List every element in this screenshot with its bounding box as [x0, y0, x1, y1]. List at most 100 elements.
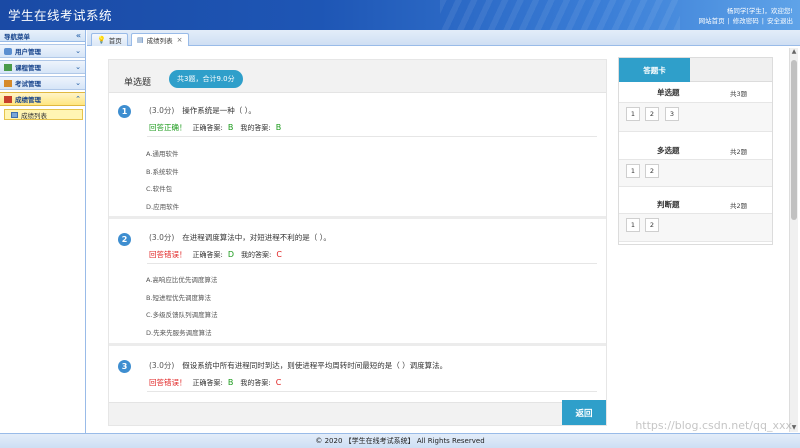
link-separator: | [727, 17, 730, 25]
question-nav-button[interactable]: 1 [626, 107, 640, 121]
close-icon[interactable]: × [177, 36, 183, 44]
logout-link[interactable]: 安全退出 [767, 17, 793, 25]
questions-panel: 单选题 共3题，合计9.0分 1 (3.0分) 操作系统是一种（ ）。 回答正确！… [108, 59, 607, 426]
question-stem: (3.0分) 操作系统是一种（ ）。 [149, 105, 256, 116]
divider [147, 391, 597, 392]
result-correct: 回答正确！ [149, 123, 187, 132]
sidebar-title: 导航菜单 [4, 32, 30, 41]
vertical-scrollbar[interactable]: ▲ ▼ [789, 48, 798, 432]
my-answer-value: B [275, 123, 282, 132]
watermark-text: https://blog.csdn.net/qq_xxx [635, 419, 792, 432]
answer-line: 回答错误！ 正确答案: B 我的答案: C [149, 377, 288, 388]
app-header: 学生在线考试系统 杨同学[学生]，欢迎您! 网站首页 | 修改密码 | 安全退出 [0, 0, 800, 30]
home-link[interactable]: 网站首页 [699, 17, 725, 25]
my-answer-label: 我的答案: [240, 124, 271, 132]
correct-answer-label: 正确答案: [192, 379, 223, 387]
question-item: 2 (3.0分) 在进程调度算法中，对短进程不利的是（ ）。 回答错误！ 正确答案:… [109, 222, 606, 346]
tab-label: 首页 [108, 37, 122, 45]
card-group-header: 单选题 共3题 [619, 83, 772, 99]
sidebar-item-grades[interactable]: 成绩管理 ⌃ [0, 92, 85, 106]
option-d: D.应用软件 [146, 203, 180, 211]
card-group-count: 共3题 [730, 90, 748, 98]
question-score: (3.0分) [149, 233, 175, 242]
sidebar: 导航菜单 « 用户管理 ⌄ 课程管理 ⌄ 考试管理 ⌄ 成绩管理 ⌃ 成绩列表 [0, 30, 86, 433]
section-title: 单选题 [124, 78, 152, 88]
table-icon [4, 79, 12, 87]
chevron-down-icon: ⌄ [75, 79, 81, 87]
question-stem: (3.0分) 在进程调度算法中，对短进程不利的是（ ）。 [149, 232, 331, 243]
card-group-title: 单选题 [657, 88, 680, 97]
card-group-title: 多选题 [657, 146, 680, 155]
option-a: A.通用软件 [146, 150, 179, 158]
double-chevron-left-icon[interactable]: « [76, 31, 81, 40]
question-item: 1 (3.0分) 操作系统是一种（ ）。 回答正确！ 正确答案: B 我的答案: B A.… [109, 94, 606, 219]
list-icon: ▤ [137, 36, 144, 44]
question-item: 3 (3.0分) 假设系统中所有进程同时到达，则使进程平均周转时间最短的是（ ）调… [109, 350, 606, 410]
question-score: (3.0分) [149, 361, 175, 370]
card-group-title: 判断题 [657, 200, 680, 209]
answer-card: 答题卡 单选题 共3题 1 2 3 多选题 共2题 1 2 判断题 共2题 1 … [618, 57, 773, 245]
user-links: 网站首页 | 修改密码 | 安全退出 [699, 15, 793, 25]
card-group-count: 共2题 [730, 202, 748, 210]
stats-icon [4, 95, 12, 103]
sidebar-item-label: 用户管理 [15, 48, 41, 56]
correct-answer-label: 正确答案: [192, 251, 223, 259]
sidebar-item-label: 考试管理 [15, 80, 41, 88]
card-group-body: 1 2 3 [619, 102, 772, 132]
question-nav-button[interactable]: 2 [645, 218, 659, 232]
question-nav-button[interactable]: 2 [645, 107, 659, 121]
card-group-count: 共2题 [730, 148, 748, 156]
question-score: (3.0分) [149, 106, 175, 115]
tab-answer-card[interactable]: 答题卡 [619, 58, 690, 82]
question-nav-button[interactable]: 1 [626, 218, 640, 232]
result-wrong: 回答错误！ [149, 378, 187, 387]
option-b: B.短进程优先调度算法 [146, 294, 212, 302]
questions-footer [109, 402, 606, 425]
grid-icon [4, 63, 12, 71]
answer-card-tabs: 答题卡 [619, 58, 772, 82]
question-number: 1 [118, 105, 131, 118]
correct-answer-label: 正确答案: [192, 124, 223, 132]
chevron-down-icon: ⌄ [75, 47, 81, 55]
question-nav-button[interactable]: 1 [626, 164, 640, 178]
users-icon [4, 47, 12, 55]
section-header: 单选题 共3题，合计9.0分 [109, 60, 606, 93]
divider [147, 263, 597, 264]
chevron-up-icon: ⌃ [75, 95, 81, 103]
chevron-down-icon: ⌄ [75, 63, 81, 71]
option-d: D.先来先服务调度算法 [146, 329, 212, 337]
question-nav-button[interactable]: 3 [665, 107, 679, 121]
sidebar-item-courses[interactable]: 课程管理 ⌄ [0, 60, 85, 74]
scrollbar-thumb[interactable] [791, 60, 797, 220]
my-answer-label: 我的答案: [241, 251, 272, 259]
sidebar-item-exams[interactable]: 考试管理 ⌄ [0, 76, 85, 90]
app-title: 学生在线考试系统 [8, 8, 113, 23]
section-summary-badge: 共3题，合计9.0分 [169, 70, 243, 88]
correct-answer-value: D [227, 250, 235, 259]
question-text: 在进程调度算法中，对短进程不利的是（ ）。 [182, 233, 331, 242]
lightbulb-icon: 💡 [97, 36, 106, 44]
sidebar-subitem-label: 成绩列表 [21, 111, 47, 120]
sidebar-item-label: 课程管理 [15, 64, 41, 72]
change-password-link[interactable]: 修改密码 [733, 17, 759, 25]
question-stem: (3.0分) 假设系统中所有进程同时到达，则使进程平均周转时间最短的是（ ）调度算… [149, 360, 447, 371]
question-nav-button[interactable]: 2 [645, 164, 659, 178]
scroll-up-icon[interactable]: ▲ [790, 48, 798, 56]
tab-home[interactable]: 💡 首页 [91, 33, 128, 46]
back-button[interactable]: 返回 [562, 400, 606, 425]
option-b: B.系统软件 [146, 168, 179, 176]
sidebar-item-label: 成绩管理 [15, 96, 41, 104]
question-number: 2 [118, 233, 131, 246]
correct-answer-value: B [227, 378, 234, 387]
question-text: 操作系统是一种（ ）。 [182, 106, 256, 115]
card-group-header: 判断题 共2题 [619, 195, 772, 211]
tab-grade-list[interactable]: ▤ 成绩列表 × [131, 33, 189, 46]
option-c: C.软件包 [146, 185, 173, 193]
tab-label: 成绩列表 [146, 37, 173, 45]
sidebar-item-users[interactable]: 用户管理 ⌄ [0, 44, 85, 58]
copyright-text: © 2020 【学生在线考试系统】 All Rights Reserved [315, 437, 485, 445]
result-wrong: 回答错误！ [149, 250, 187, 259]
card-group-judge: 判断题 共2题 1 2 [619, 195, 772, 242]
sidebar-subitem-grade-list[interactable]: 成绩列表 [4, 109, 83, 120]
card-group-body: 1 2 [619, 213, 772, 242]
